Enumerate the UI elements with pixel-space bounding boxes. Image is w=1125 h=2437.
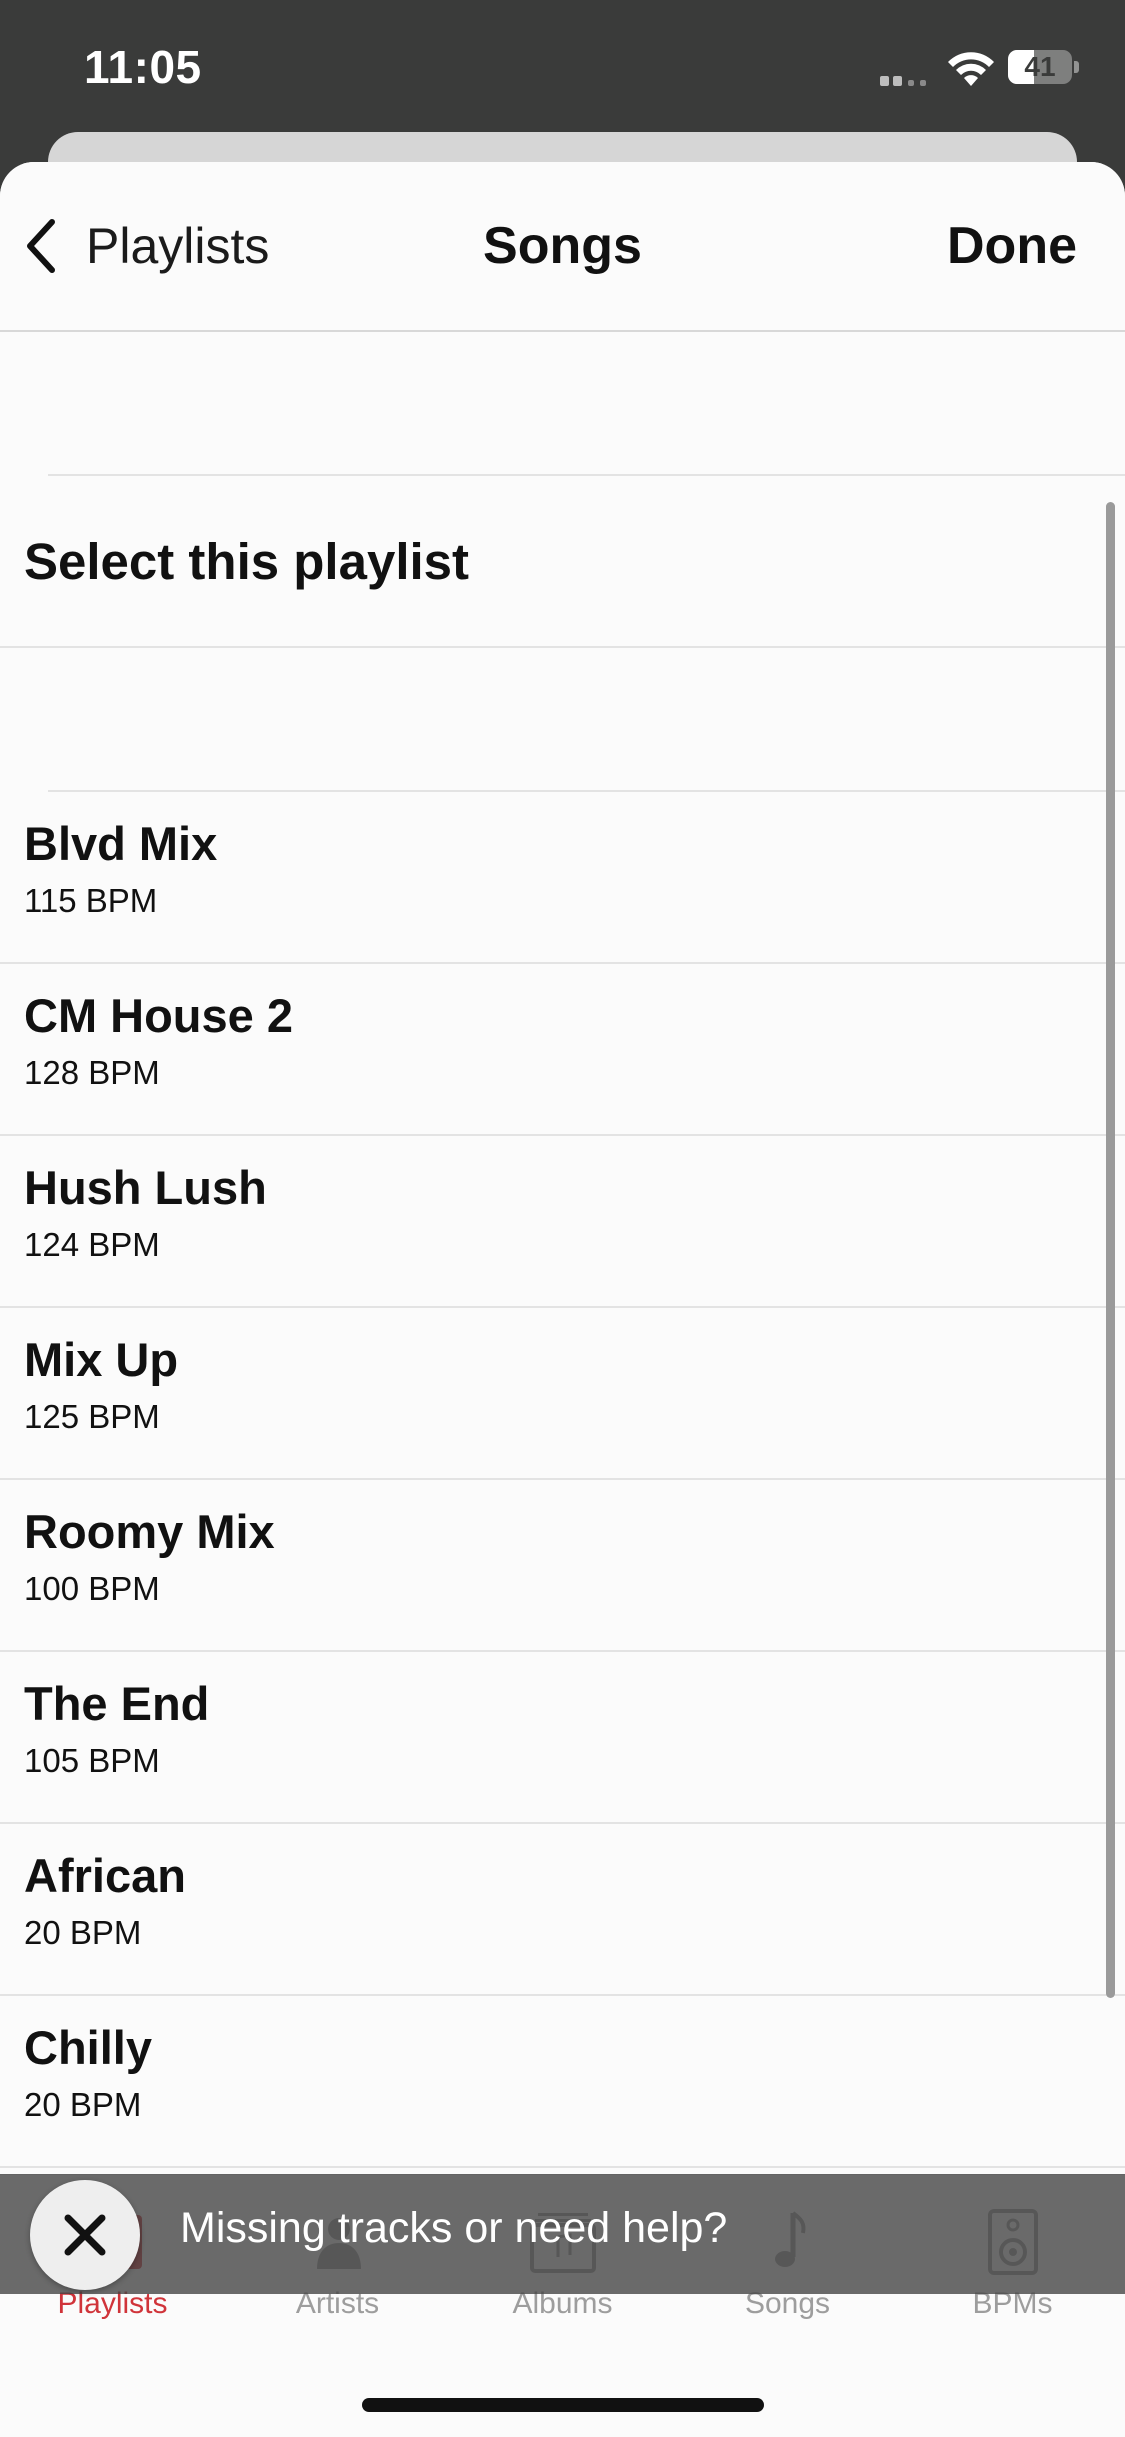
list-item[interactable]: Mix Up 125 BPM	[0, 1308, 1125, 1480]
scrollbar[interactable]	[1106, 502, 1115, 1998]
navigation-bar: Playlists Songs Done	[0, 162, 1125, 332]
list-spacer	[48, 332, 1125, 476]
home-indicator	[362, 2398, 764, 2412]
playlist-bpm: 115 BPM	[24, 882, 158, 919]
playlist-bpm: 20 BPM	[24, 1914, 142, 1951]
back-label: Playlists	[86, 218, 270, 274]
list-item[interactable]: Chilly 20 BPM	[0, 1996, 1125, 2168]
close-icon	[64, 2214, 106, 2256]
playlist-bpm: 124 BPM	[24, 1226, 160, 1263]
playlist-name: Hush Lush	[24, 1161, 267, 1214]
songs-sheet: Playlists Songs Done Select this playlis…	[0, 162, 1125, 2436]
signal-icon	[880, 76, 926, 86]
list-item[interactable]: The End 105 BPM	[0, 1652, 1125, 1824]
wifi-icon	[948, 52, 994, 86]
status-bar: 11:05 41	[0, 0, 1125, 132]
playlist-name: Blvd Mix	[24, 817, 218, 870]
list-item[interactable]: CM House 2 128 BPM	[0, 964, 1125, 1136]
playlist-name: CM House 2	[24, 989, 293, 1042]
playlist-bpm: 105 BPM	[24, 1742, 160, 1779]
playlist-name: Chilly	[24, 2021, 152, 2074]
help-banner-text: Missing tracks or need help?	[180, 2204, 728, 2252]
playlist-bpm: 20 BPM	[24, 2086, 142, 2123]
playlist-bpm: 128 BPM	[24, 1054, 160, 1091]
list-item[interactable]: Blvd Mix 115 BPM	[0, 792, 1125, 964]
list-item[interactable]: African 20 BPM	[0, 1824, 1125, 1996]
list-item[interactable]: Hush Lush 124 BPM	[0, 1136, 1125, 1308]
done-button[interactable]: Done	[947, 210, 1077, 282]
playlist-name: Roomy Mix	[24, 1505, 275, 1558]
battery-indicator: 41	[1008, 50, 1079, 84]
help-banner[interactable]: Missing tracks or need help?	[0, 2174, 1125, 2294]
list-item[interactable]: Roomy Mix 100 BPM	[0, 1480, 1125, 1652]
playlist-name: African	[24, 1849, 186, 1902]
playlist-list: Select this playlist Blvd Mix 115 BPM CM…	[0, 332, 1125, 2168]
list-spacer	[48, 648, 1125, 792]
chevron-left-icon	[27, 219, 55, 273]
select-playlist-button[interactable]: Select this playlist	[0, 476, 1125, 648]
battery-level: 41	[1024, 51, 1056, 82]
status-time: 11:05	[84, 41, 202, 93]
back-button[interactable]: Playlists	[22, 210, 269, 282]
playlist-name: The End	[24, 1677, 210, 1730]
playlist-bpm: 100 BPM	[24, 1570, 160, 1607]
playlist-bpm: 125 BPM	[24, 1398, 160, 1435]
close-banner-button[interactable]	[30, 2180, 140, 2290]
playlist-name: Mix Up	[24, 1333, 179, 1386]
